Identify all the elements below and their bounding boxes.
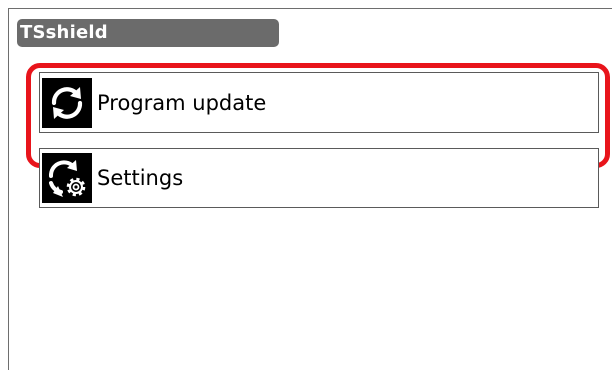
program-update-label: Program update [97, 90, 267, 115]
settings-label: Settings [97, 166, 184, 190]
app-title-bar: TSshield [17, 19, 279, 47]
settings-button[interactable]: Settings [39, 148, 599, 208]
program-update-button[interactable]: Program update [39, 72, 599, 133]
refresh-icon [42, 77, 92, 128]
app-title: TSshield [20, 22, 108, 43]
settings-sync-icon [42, 153, 92, 203]
